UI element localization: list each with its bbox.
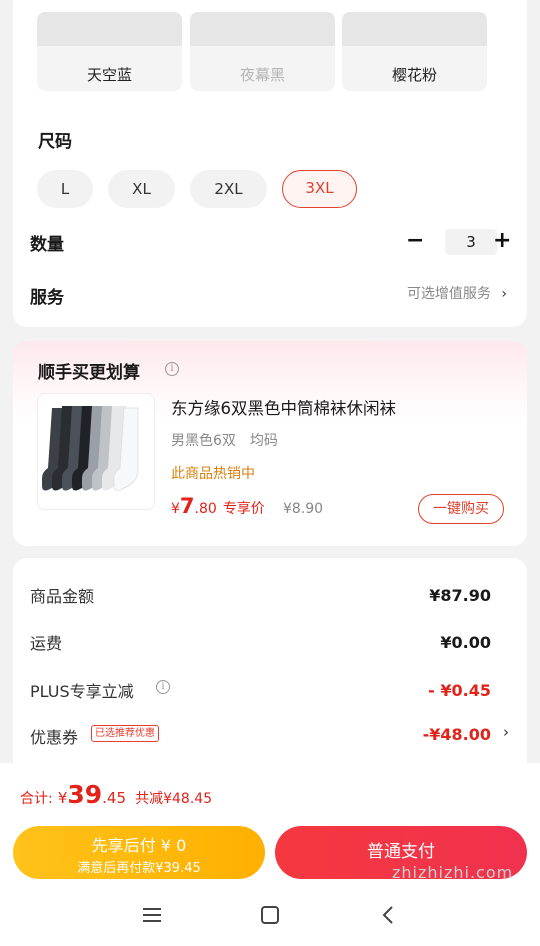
goods-amount-value: ¥87.90 (429, 586, 491, 605)
price-decimal: .80 (194, 501, 217, 517)
price-currency: ¥ (171, 501, 180, 517)
pay-later-button[interactable]: 先享后付 ¥ 0 满意后再付款¥39.45 (13, 826, 265, 879)
color-swatch (37, 12, 182, 46)
chevron-right-icon[interactable]: › (503, 723, 509, 741)
size-option-xl[interactable]: XL (108, 170, 175, 208)
color-swatch (190, 12, 335, 46)
quantity-decrease-button[interactable]: − (406, 227, 424, 257)
exclusive-price: ¥7.80 专享价 (171, 494, 265, 518)
size-option-l[interactable]: L (37, 170, 93, 208)
price-integer: 7 (179, 494, 195, 518)
service-label: 服务 (30, 288, 64, 308)
coupon-label: 优惠券 (30, 728, 79, 747)
size-option-3xl[interactable]: 3XL (282, 170, 357, 208)
recommend-product-name[interactable]: 东方缘6双黑色中筒棉袜休闲袜 (171, 395, 396, 419)
chevron-right-icon: › (501, 286, 507, 302)
back-icon[interactable] (378, 905, 400, 925)
coupon-recommended-tag: 已选推荐优惠 (91, 725, 159, 742)
shipping-label: 运费 (30, 634, 63, 653)
recommend-product-spec: 男黑色6双 均码 (171, 433, 278, 449)
service-hint: 可选增值服务 (406, 286, 491, 302)
watermark: zhizhizhi.com (392, 863, 514, 882)
one-click-buy-button[interactable]: 一键购买 (418, 494, 504, 524)
total-saved: 共减¥48.45 (135, 791, 213, 807)
hot-selling-badge: 此商品热销中 (171, 466, 255, 482)
goods-amount-label: 商品金额 (30, 587, 95, 606)
price-tag: 专享价 (222, 501, 265, 517)
recommend-card: 顺手买更划算 i 东方缘6双黑色中筒棉袜休闲袜 男黑色6双 均码 此商品热销中 … (13, 341, 527, 546)
recommend-title: 顺手买更划算 (38, 363, 140, 383)
shipping-value: ¥0.00 (440, 633, 491, 652)
total-currency: ¥ (57, 789, 68, 807)
original-price: ¥8.90 (283, 501, 324, 517)
color-option-label: 夜幕黑 (239, 66, 285, 84)
size-option-2xl[interactable]: 2XL (190, 170, 267, 208)
quantity-increase-button[interactable]: + (493, 227, 511, 257)
checkout-bar: 合计: ¥39.45 共减¥48.45 先享后付 ¥ 0 满意后再付款¥39.4… (0, 763, 540, 946)
color-option-sakura-pink[interactable]: 樱花粉 (342, 12, 487, 91)
color-option-label: 天空蓝 (86, 66, 132, 84)
size-title: 尺码 (38, 132, 72, 152)
total-label: 合计: (20, 791, 53, 807)
plus-discount-label: PLUS专享立减 (30, 682, 134, 701)
info-icon[interactable]: i (156, 680, 170, 694)
color-swatch (342, 12, 487, 46)
coupon-value[interactable]: -¥48.00 (423, 725, 491, 744)
quantity-label: 数量 (30, 235, 64, 255)
color-option-label: 樱花粉 (391, 66, 437, 84)
product-options-card: 天空蓝 夜幕黑 樱花粉 尺码 L XL 2XL 3XL 数量 − 3 + 服务 … (13, 0, 527, 327)
order-total: 合计: ¥39.45 共减¥48.45 (20, 780, 212, 809)
total-decimal: .45 (102, 789, 127, 807)
color-option-sky-blue[interactable]: 天空蓝 (37, 12, 182, 91)
info-icon[interactable]: i (165, 362, 179, 376)
quantity-input[interactable]: 3 (445, 229, 497, 255)
plus-discount-value: - ¥0.45 (428, 681, 491, 700)
color-option-night-black: 夜幕黑 (190, 12, 335, 91)
product-thumbnail[interactable] (37, 393, 155, 510)
total-integer: 39 (67, 780, 103, 809)
price-summary-card: 商品金额 ¥87.90 运费 ¥0.00 PLUS专享立减 i - ¥0.45 … (13, 558, 527, 788)
menu-icon[interactable] (141, 905, 163, 925)
value-added-service-link[interactable]: 可选增值服务 › (407, 283, 507, 303)
home-icon[interactable] (259, 905, 281, 925)
socks-image (42, 406, 139, 491)
pay-later-subtitle: 满意后再付款¥39.45 (77, 861, 201, 876)
pay-later-title: 先享后付 ¥ 0 (91, 836, 187, 855)
